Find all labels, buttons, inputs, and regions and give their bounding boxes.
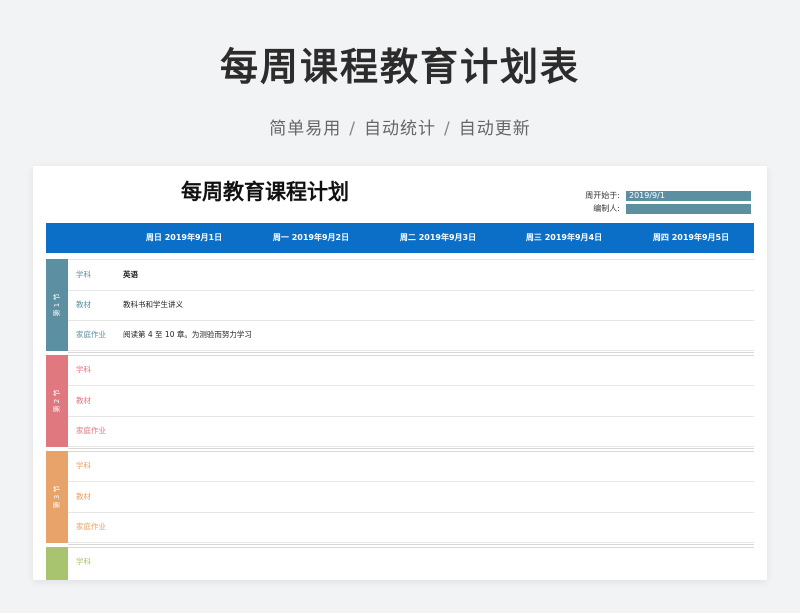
- period-1-bar: 第 1 节: [46, 259, 68, 351]
- day-header-thu: 周四 2019年9月5日: [652, 233, 730, 242]
- feature-2: 自动统计: [364, 119, 436, 139]
- hero-features: 简单易用 / 自动统计 / 自动更新: [0, 114, 800, 139]
- period-2-label: 第 2 节: [53, 389, 61, 413]
- row-label: 家庭作业: [76, 426, 106, 435]
- period-1-row-subject[interactable]: 学科 英语: [68, 260, 754, 291]
- period-3-section: 第 3 节 学科 教材 家庭作业: [46, 451, 754, 543]
- period-3-row-material[interactable]: 教材: [68, 482, 754, 513]
- period-2-bar: 第 2 节: [46, 355, 68, 447]
- feature-separator: /: [349, 119, 356, 139]
- period-2-section: 第 2 节 学科 教材 家庭作业: [46, 355, 754, 447]
- row-label: 家庭作业: [76, 522, 106, 531]
- period-2-row-homework[interactable]: 家庭作业: [68, 416, 754, 447]
- row-label: 教材: [76, 492, 91, 501]
- row-label: 教材: [76, 300, 91, 309]
- editor-row: 编制人:: [578, 203, 751, 214]
- feature-3: 自动更新: [458, 119, 531, 139]
- day-header-mon: 周一 2019年9月2日: [272, 233, 350, 242]
- period-3-row-homework[interactable]: 家庭作业: [68, 512, 754, 543]
- day-header-tue: 周二 2019年9月3日: [399, 233, 477, 242]
- row-label: 学科: [76, 461, 91, 470]
- day-header-wed: 周三 2019年9月4日: [525, 233, 603, 242]
- period-4-bar: [46, 547, 68, 580]
- row-label: 教材: [76, 396, 91, 405]
- week-start-label: 周开始于:: [585, 191, 620, 200]
- row-value: 英语: [123, 270, 138, 279]
- row-label: 学科: [76, 270, 91, 279]
- row-label: 学科: [76, 557, 91, 566]
- hero-title: 每周课程教育计划表: [219, 45, 580, 89]
- week-start-row: 周开始于: 2019/9/1: [578, 190, 751, 201]
- period-4-row-subject[interactable]: 学科: [68, 547, 754, 577]
- period-2-row-material[interactable]: 教材: [68, 386, 754, 417]
- editor-field[interactable]: [626, 203, 751, 214]
- period-3-row-subject[interactable]: 学科: [68, 451, 754, 482]
- feature-separator: /: [444, 119, 451, 139]
- editor-label: 编制人:: [593, 204, 620, 213]
- week-start-field[interactable]: 2019/9/1: [626, 190, 751, 201]
- period-1-section: 第 1 节 学科 英语 教材 教科书和学生讲义 家庭作业 阅读第 4 至 10 …: [46, 259, 754, 351]
- period-1-row-material[interactable]: 教材 教科书和学生讲义: [68, 290, 754, 321]
- period-4-section: 学科: [46, 547, 754, 580]
- row-value: 阅读第 4 至 10 章。为测验而努力学习: [123, 330, 252, 339]
- row-value: 教科书和学生讲义: [123, 300, 183, 309]
- period-1-row-homework[interactable]: 家庭作业 阅读第 4 至 10 章。为测验而努力学习: [68, 320, 754, 351]
- period-3-label: 第 3 节: [53, 485, 61, 509]
- row-label: 学科: [76, 365, 91, 374]
- period-3-bar: 第 3 节: [46, 451, 68, 543]
- row-label: 家庭作业: [76, 330, 106, 339]
- feature-1: 简单易用: [269, 119, 342, 139]
- day-header-band: 周日 2019年9月1日 周一 2019年9月2日 周二 2019年9月3日 周…: [46, 223, 754, 253]
- period-2-row-subject[interactable]: 学科: [68, 355, 754, 386]
- period-1-label: 第 1 节: [53, 293, 61, 317]
- day-header-sun: 周日 2019年9月1日: [145, 233, 223, 242]
- sheet-title: 每周教育课程计划: [181, 180, 349, 204]
- spreadsheet-preview: 每周教育课程计划 周开始于: 2019/9/1 编制人: 周日 2019年9月1…: [33, 166, 767, 580]
